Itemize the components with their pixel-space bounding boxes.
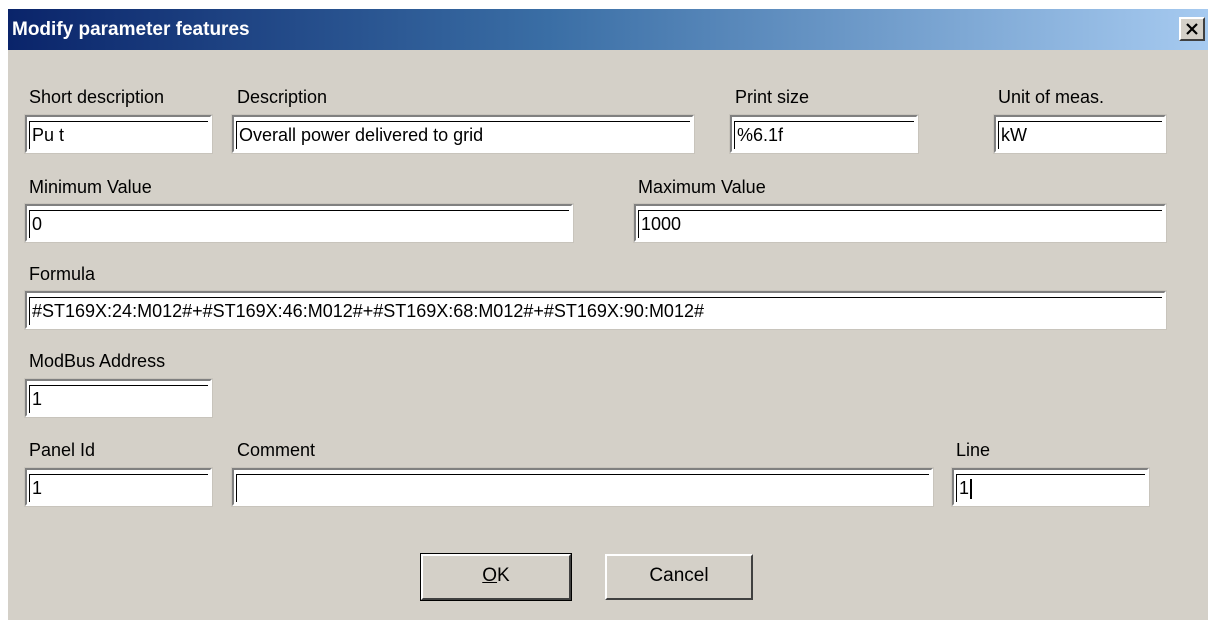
- maximum-value-field[interactable]: 1000: [633, 203, 1167, 243]
- modify-parameter-dialog: Modify parameter features Short descript…: [8, 9, 1208, 620]
- maximum-value-value: 1000: [638, 210, 1162, 238]
- unit-of-measure-field[interactable]: kW: [993, 114, 1167, 154]
- short-description-value: Pu t: [29, 121, 208, 149]
- minimum-value-field[interactable]: 0: [24, 203, 574, 243]
- panel-id-field[interactable]: 1: [24, 467, 213, 507]
- short-description-field[interactable]: Pu t: [24, 114, 213, 154]
- ok-label: K: [497, 565, 510, 586]
- ok-button[interactable]: OK: [420, 553, 572, 601]
- ok-mnemonic: O: [482, 565, 498, 586]
- formula-value: #ST169X:24:M012#+#ST169X:46:M012#+#ST169…: [29, 297, 1162, 325]
- line-label: Line: [956, 440, 991, 460]
- comment-label: Comment: [237, 440, 316, 460]
- short-description-label: Short description: [29, 87, 165, 107]
- unit-of-measure-label: Unit of meas.: [998, 87, 1105, 107]
- title-bar[interactable]: Modify parameter features: [8, 9, 1208, 50]
- description-field[interactable]: Overall power delivered to grid: [231, 114, 695, 154]
- modbus-address-label: ModBus Address: [29, 351, 166, 371]
- close-button[interactable]: [1179, 17, 1205, 41]
- formula-field[interactable]: #ST169X:24:M012#+#ST169X:46:M012#+#ST169…: [24, 290, 1167, 330]
- comment-field[interactable]: [231, 467, 934, 507]
- formula-label: Formula: [29, 264, 96, 284]
- text-caret: [970, 479, 973, 500]
- minimum-value-label: Minimum Value: [29, 177, 152, 197]
- description-label: Description: [237, 87, 328, 107]
- unit-of-measure-value: kW: [998, 121, 1162, 149]
- print-size-field[interactable]: %6.1f: [729, 114, 919, 154]
- print-size-label: Print size: [735, 87, 810, 107]
- panel-id-label: Panel Id: [29, 440, 96, 460]
- minimum-value-value: 0: [29, 210, 569, 238]
- comment-value: [236, 474, 929, 502]
- description-value: Overall power delivered to grid: [236, 121, 690, 149]
- line-field[interactable]: 1: [951, 467, 1150, 507]
- close-x-icon: [1186, 23, 1198, 35]
- modbus-address-value: 1: [29, 385, 208, 413]
- panel-id-value: 1: [29, 474, 208, 502]
- modbus-address-field[interactable]: 1: [24, 378, 213, 418]
- cancel-button[interactable]: Cancel: [605, 554, 753, 600]
- dialog-title: Modify parameter features: [12, 19, 250, 40]
- line-value: 1: [959, 478, 970, 498]
- maximum-value-label: Maximum Value: [638, 177, 766, 197]
- line-value-wrap: 1: [956, 474, 1145, 502]
- print-size-value: %6.1f: [734, 121, 914, 149]
